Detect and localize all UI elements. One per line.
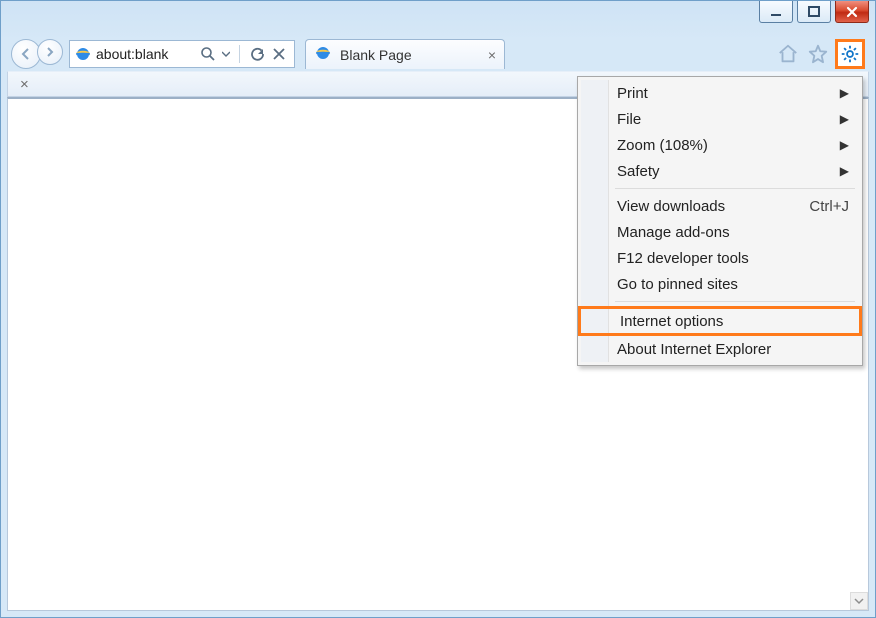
- separator: [239, 45, 240, 63]
- menu-item-print[interactable]: Print ▶: [581, 80, 859, 106]
- menu-item-file[interactable]: File ▶: [581, 106, 859, 132]
- tools-icon[interactable]: [835, 39, 865, 69]
- home-icon[interactable]: [775, 41, 801, 67]
- menu-item-safety[interactable]: Safety ▶: [581, 158, 859, 184]
- menu-item-about-ie[interactable]: About Internet Explorer: [581, 336, 859, 362]
- scroll-down-icon[interactable]: [850, 592, 868, 610]
- menu-item-internet-options[interactable]: Internet options: [578, 306, 862, 336]
- subtab-close-icon[interactable]: ×: [20, 76, 29, 93]
- menu-separator: [615, 301, 855, 302]
- search-dropdown-icon[interactable]: [221, 45, 231, 63]
- address-bar-tools: [193, 45, 294, 63]
- address-bar[interactable]: about:blank: [69, 40, 295, 68]
- menu-item-label: Manage add-ons: [617, 224, 730, 241]
- menu-item-label: About Internet Explorer: [617, 341, 771, 358]
- menu-item-pinned-sites[interactable]: Go to pinned sites: [581, 271, 859, 297]
- menu-item-label: View downloads: [617, 198, 725, 215]
- stop-icon[interactable]: [270, 45, 288, 63]
- tab-title: Blank Page: [340, 47, 412, 63]
- tab-close-icon[interactable]: ×: [488, 47, 496, 63]
- menu-item-label: F12 developer tools: [617, 250, 749, 267]
- forward-button[interactable]: [37, 39, 63, 65]
- toolbar: about:blank: [11, 37, 865, 71]
- menu-item-view-downloads[interactable]: View downloads Ctrl+J: [581, 193, 859, 219]
- ie-window: about:blank: [0, 0, 876, 618]
- ie-logo-icon: [70, 45, 96, 63]
- submenu-arrow-icon: ▶: [840, 86, 849, 100]
- tab-blank-page[interactable]: Blank Page ×: [305, 39, 505, 69]
- tools-menu: Print ▶ File ▶ Zoom (108%) ▶ Safety ▶ Vi…: [577, 76, 863, 366]
- menu-item-shortcut: Ctrl+J: [809, 198, 849, 215]
- menu-item-zoom[interactable]: Zoom (108%) ▶: [581, 132, 859, 158]
- menu-item-label: File: [617, 111, 641, 128]
- submenu-arrow-icon: ▶: [840, 164, 849, 178]
- menu-item-label: Go to pinned sites: [617, 276, 738, 293]
- minimize-button[interactable]: [759, 1, 793, 23]
- refresh-icon[interactable]: [248, 45, 266, 63]
- menu-item-label: Print: [617, 85, 648, 102]
- menu-item-manage-addons[interactable]: Manage add-ons: [581, 219, 859, 245]
- close-button[interactable]: [835, 1, 869, 23]
- menu-item-f12-devtools[interactable]: F12 developer tools: [581, 245, 859, 271]
- nav-buttons: [11, 39, 63, 69]
- menu-item-label: Internet options: [620, 313, 723, 330]
- submenu-arrow-icon: ▶: [840, 112, 849, 126]
- submenu-arrow-icon: ▶: [840, 138, 849, 152]
- favorites-icon[interactable]: [805, 41, 831, 67]
- ie-logo-icon: [314, 44, 332, 65]
- menu-separator: [615, 188, 855, 189]
- maximize-button[interactable]: [797, 1, 831, 23]
- menu-item-label: Zoom (108%): [617, 137, 708, 154]
- caption-buttons: [759, 1, 869, 23]
- search-icon[interactable]: [199, 45, 217, 63]
- address-bar-text: about:blank: [96, 46, 193, 62]
- toolbar-right-icons: [775, 39, 865, 69]
- menu-item-label: Safety: [617, 163, 660, 180]
